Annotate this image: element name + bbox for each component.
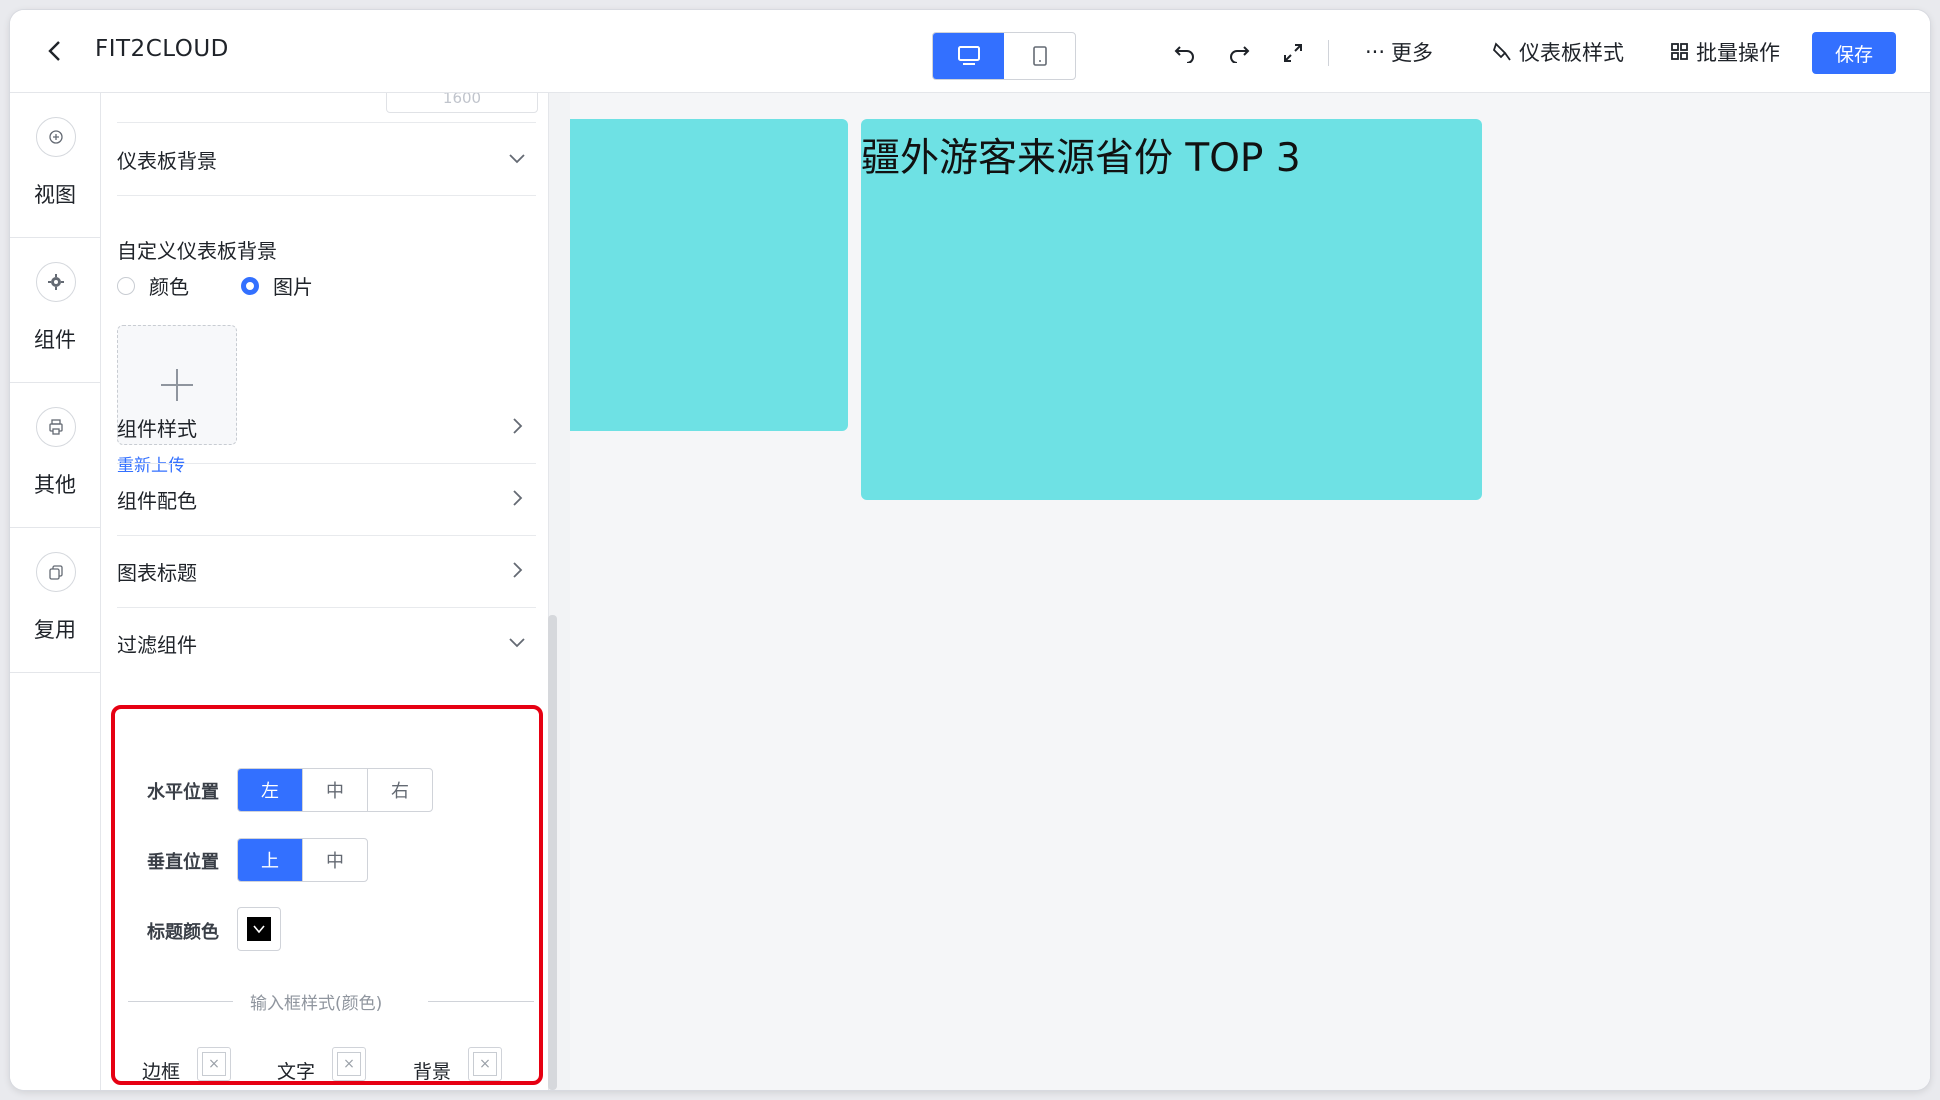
nav-label: 其他 <box>34 473 76 497</box>
section-chart-title[interactable]: 图表标题 <box>117 535 536 608</box>
top-header: FIT2CLOUD ··· 更多 仪表板样式 批量操作 保存 <box>10 10 1930 93</box>
plus-circle-icon <box>36 117 76 157</box>
section-title: 组件样式 <box>117 417 197 441</box>
panel-scrollbar[interactable] <box>548 615 557 1090</box>
section-title: 仪表板背景 <box>117 149 217 173</box>
section-title: 图表标题 <box>117 561 197 585</box>
save-button[interactable]: 保存 <box>1812 32 1896 74</box>
radio-label: 图片 <box>273 275 313 299</box>
mobile-view-button[interactable] <box>1004 33 1075 79</box>
back-button[interactable] <box>38 34 72 68</box>
chart-card[interactable] <box>570 119 848 431</box>
redo-icon <box>1230 46 1250 63</box>
section-title: 组件配色 <box>117 489 197 513</box>
chart-card[interactable]: 疆外游客来源省份 TOP 3 <box>861 119 1482 500</box>
left-nav: 视图 组件 其他 复用 <box>10 93 101 1090</box>
fullscreen-button[interactable] <box>1276 36 1310 70</box>
grid-icon <box>1671 43 1688 60</box>
nav-item-component[interactable]: 组件 <box>10 238 100 383</box>
dashboard-title: FIT2CLOUD <box>95 36 229 62</box>
nav-item-reuse[interactable]: 复用 <box>10 528 100 673</box>
radio-color[interactable]: 颜色 <box>117 271 189 300</box>
section-dashboard-background[interactable]: 仪表板背景 <box>117 123 536 196</box>
radio-dot <box>117 276 135 295</box>
chevron-down-icon <box>509 154 525 164</box>
section-component-style[interactable]: 组件样式 <box>117 391 536 464</box>
phone-icon <box>1032 46 1047 66</box>
nav-item-view[interactable]: 视图 <box>10 93 100 238</box>
batch-operation-button[interactable]: 批量操作 <box>1670 34 1780 70</box>
undo-button[interactable] <box>1168 36 1202 70</box>
canvas-width-input[interactable]: 1600 <box>386 93 538 113</box>
redo-button[interactable] <box>1222 36 1256 70</box>
chevron-down-icon <box>509 638 525 648</box>
gear-icon <box>36 262 76 302</box>
view-mode-toggle <box>932 32 1076 80</box>
radio-label: 颜色 <box>149 275 189 299</box>
chevron-right-icon <box>513 418 523 434</box>
monitor-icon <box>957 46 980 65</box>
more-label: 更多 <box>1391 41 1434 65</box>
printer-icon <box>36 407 76 447</box>
nav-label: 视图 <box>34 183 76 207</box>
header-divider <box>1328 40 1329 66</box>
desktop-view-button[interactable] <box>933 33 1004 79</box>
section-component-color[interactable]: 组件配色 <box>117 463 536 536</box>
nav-label: 复用 <box>34 618 76 642</box>
paint-icon <box>1492 42 1511 61</box>
chevron-left-icon <box>48 41 60 61</box>
batch-operation-label: 批量操作 <box>1696 41 1780 65</box>
nav-label: 组件 <box>34 328 76 352</box>
nav-item-other[interactable]: 其他 <box>10 383 100 528</box>
more-button[interactable]: ··· 更多 <box>1365 34 1433 70</box>
ellipsis-icon: ··· <box>1365 40 1386 64</box>
dashboard-style-button[interactable]: 仪表板样式 <box>1491 34 1624 70</box>
section-filter-component[interactable]: 过滤组件 <box>117 607 536 679</box>
chevron-right-icon <box>513 490 523 506</box>
copy-icon <box>36 552 76 592</box>
radio-dot-selected <box>241 276 259 295</box>
chevron-right-icon <box>513 562 523 578</box>
radio-image[interactable]: 图片 <box>241 271 313 300</box>
dashboard-style-label: 仪表板样式 <box>1519 41 1624 65</box>
expand-icon <box>1284 44 1302 62</box>
chart-card-title: 疆外游客来源省份 TOP 3 <box>861 136 1301 181</box>
highlight-box <box>111 705 543 1085</box>
undo-icon <box>1174 46 1194 63</box>
app-window: FIT2CLOUD ··· 更多 仪表板样式 批量操作 保存 视图 组件 其他 … <box>10 10 1930 1090</box>
custom-background-label: 自定义仪表板背景 <box>117 239 277 263</box>
section-title: 过滤组件 <box>117 633 197 657</box>
